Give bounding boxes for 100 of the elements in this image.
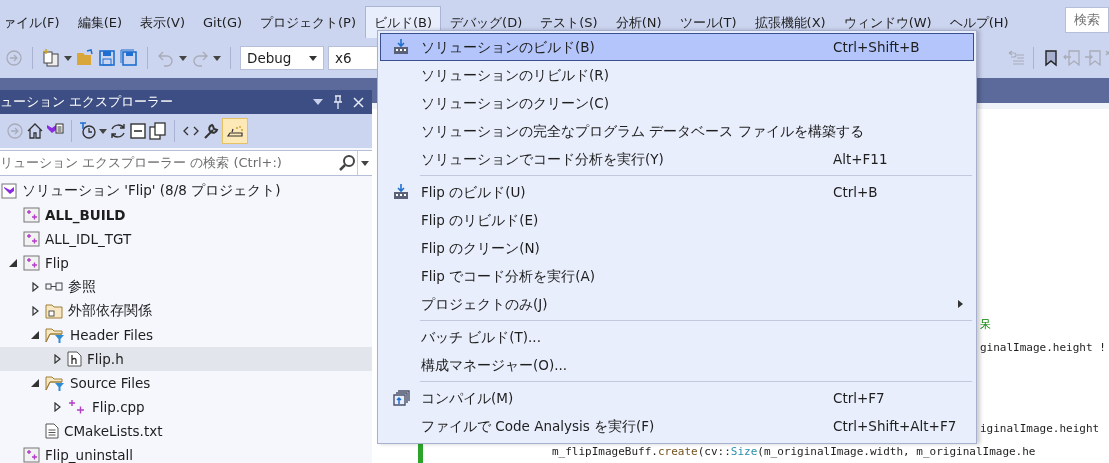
menu-item[interactable]: Flip でコード分析を実行(A): [380, 262, 974, 290]
project-icon: [23, 231, 40, 247]
tree-item[interactable]: 外部依存関係: [0, 299, 372, 323]
menu-item-label: ソリューションでコード分析を実行(Y): [421, 150, 665, 168]
menu-title[interactable]: プロジェクト(P): [251, 6, 365, 38]
tree-item-label: ソリューション 'Flip' (8/8 プロジェクト): [22, 182, 281, 200]
tree-item[interactable]: 参照: [0, 275, 372, 299]
collapse-all-icon[interactable]: [129, 122, 147, 140]
close-icon[interactable]: [353, 96, 364, 108]
tree-item[interactable]: ALL_BUILD: [0, 203, 372, 227]
tree-item-label: Flip_uninstall: [45, 447, 134, 463]
shortcut-label: Ctrl+B: [833, 183, 879, 201]
menu-item[interactable]: Flip のビルド(U) Ctrl+B: [380, 178, 974, 206]
code-line: 呆: [980, 317, 991, 332]
expand-arrow-icon[interactable]: [53, 402, 61, 412]
dropdown-caret-icon: [309, 55, 317, 61]
code-line: iginalImage.height: [980, 422, 1100, 435]
build-icon: [392, 184, 410, 200]
bookmark-icon[interactable]: [1042, 49, 1060, 67]
filter-folder-icon: [45, 375, 65, 391]
dropdown-caret-icon[interactable]: [64, 55, 72, 61]
tree-item-label: 参照: [68, 278, 96, 296]
menu-item-label: ファイルで Code Analysis を実行(F): [421, 417, 656, 435]
cpp-file-icon: [67, 399, 87, 415]
shortcut-label: Ctrl+F7: [833, 389, 886, 407]
build-icon: [392, 39, 410, 55]
menu-item-label: プロジェクトのみ(J): [421, 295, 549, 313]
search-field[interactable]: 検索: [1065, 7, 1109, 33]
tree-item[interactable]: CMakeLists.txt: [0, 419, 372, 443]
shortcut-label: Ctrl+Shift+Alt+F7: [833, 417, 958, 435]
home-icon[interactable]: [26, 122, 44, 140]
project-icon: [23, 207, 40, 223]
preview-toggle[interactable]: [222, 118, 248, 144]
tree-item-label: ALL_BUILD: [45, 207, 126, 223]
tree-item[interactable]: Flip.cpp: [0, 395, 372, 419]
tree-item[interactable]: Flip_uninstall: [0, 443, 372, 463]
dropdown-caret-icon[interactable]: [179, 55, 187, 61]
dropdown-caret-icon[interactable]: [361, 160, 369, 166]
collapse-arrow-icon[interactable]: [9, 259, 17, 267]
configuration-select[interactable]: Debug: [240, 46, 324, 70]
pin-icon[interactable]: [333, 95, 343, 109]
tree-item[interactable]: Flip: [0, 251, 372, 275]
new-project-icon[interactable]: [42, 49, 60, 67]
menu-item-label: Flip のクリーン(N): [421, 239, 541, 257]
tree-item-label: 外部依存関係: [68, 302, 152, 320]
menu-title[interactable]: 編集(E): [68, 6, 131, 38]
expand-arrow-icon[interactable]: [31, 306, 39, 316]
menu-item-label: Flip でコード分析を実行(A): [421, 267, 596, 285]
search-icon: [337, 154, 357, 172]
pending-changes-icon[interactable]: [79, 122, 97, 140]
open-folder-icon[interactable]: [76, 49, 94, 67]
menu-title[interactable]: 表示(V): [131, 6, 195, 38]
refresh-icon[interactable]: [109, 122, 127, 140]
menu-item-label: ソリューションのクリーン(C): [421, 94, 610, 112]
tree-item[interactable]: Header Files: [0, 323, 372, 347]
explorer-search-field[interactable]: リューション エクスプローラー の検索 (Ctrl+:): [0, 150, 372, 176]
menu-item-label: バッチ ビルド(T)...: [421, 328, 542, 346]
menu-item[interactable]: 構成マネージャー(O)...: [380, 351, 974, 379]
dropdown-caret-icon[interactable]: [99, 128, 107, 134]
shortcut-label: Ctrl+Shift+B: [833, 38, 921, 56]
menu-item-label: ソリューションのビルド(B): [421, 38, 596, 56]
menu-item[interactable]: バッチ ビルド(T)...: [380, 323, 974, 351]
menu-item[interactable]: ソリューションのビルド(B) Ctrl+Shift+B: [380, 33, 974, 61]
menu-item-label: ソリューションのリビルド(R): [421, 66, 610, 84]
wrench-icon[interactable]: [202, 122, 220, 140]
dropdown-caret-icon[interactable]: [213, 55, 221, 61]
collapse-arrow-icon[interactable]: [31, 379, 39, 387]
compile-icon: [392, 390, 410, 406]
copies-icon[interactable]: [149, 122, 167, 140]
tree-item-label: Flip: [45, 255, 69, 271]
code-line: m_flipImageBuff.create(cv::Size(m_originalImage.width, m_originalImage.he: [552, 445, 1036, 458]
menu-item[interactable]: Flip のクリーン(N): [380, 234, 974, 262]
tree-item[interactable]: ソリューション 'Flip' (8/8 プロジェクト): [0, 179, 372, 203]
menu-item[interactable]: ファイルで Code Analysis を実行(F) Ctrl+Shift+Alt+F7: [380, 412, 974, 440]
tree-item-label: CMakeLists.txt: [64, 423, 163, 439]
save-all-icon[interactable]: [120, 49, 138, 67]
menu-item[interactable]: ソリューションのクリーン(C): [380, 89, 974, 117]
menu-item-label: ソリューションの完全なプログラム データベース ファイルを構築する: [421, 122, 865, 140]
tree-item[interactable]: Flip.h: [0, 347, 372, 371]
menu-item[interactable]: Flip のリビルド(E): [380, 206, 974, 234]
tree-item-label: Flip.h: [87, 351, 124, 367]
tree-item[interactable]: ALL_IDL_TGT: [0, 227, 372, 251]
menu-title[interactable]: Git(G): [194, 6, 252, 38]
menu-item[interactable]: コンパイル(M) Ctrl+F7: [380, 384, 974, 412]
tree-item-label: Flip.cpp: [92, 399, 145, 415]
tree-item-label: Source Files: [70, 375, 151, 391]
expand-arrow-icon[interactable]: [53, 354, 61, 364]
header-file-icon: [67, 351, 82, 367]
save-icon[interactable]: [98, 49, 116, 67]
tree-item[interactable]: Source Files: [0, 371, 372, 395]
collapse-arrow-icon[interactable]: [31, 331, 39, 339]
tree-item-label: ALL_IDL_TGT: [45, 231, 132, 247]
menu-item-label: 構成マネージャー(O)...: [421, 356, 569, 374]
dropdown-caret-icon[interactable]: [313, 99, 323, 105]
menu-item[interactable]: プロジェクトのみ(J): [380, 290, 974, 318]
menu-item[interactable]: ソリューションの完全なプログラム データベース ファイルを構築する: [380, 117, 974, 145]
menu-item[interactable]: ソリューションでコード分析を実行(Y) Alt+F11: [380, 145, 974, 173]
expand-arrow-icon[interactable]: [31, 282, 39, 292]
menu-title[interactable]: ァイル(F): [0, 6, 69, 38]
folder-icon: [45, 303, 63, 319]
